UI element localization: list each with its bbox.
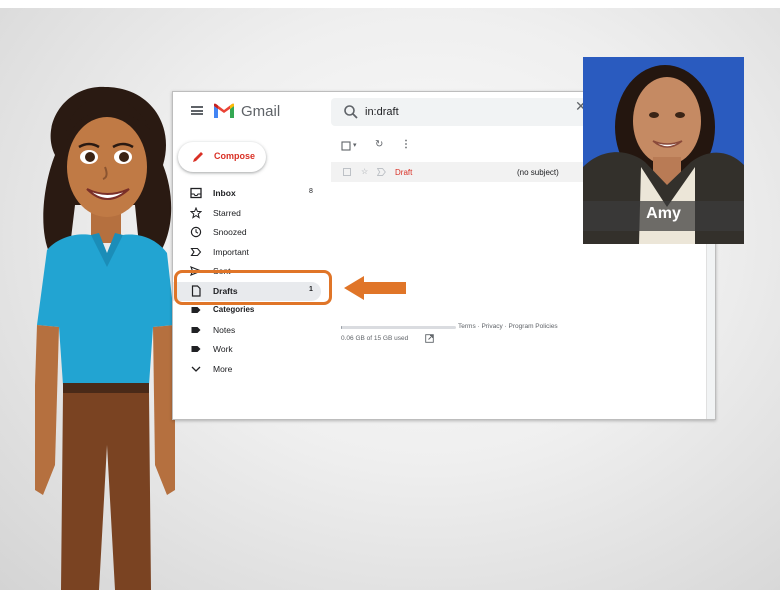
chevron-down-icon: [191, 366, 201, 372]
storage-bar-fill: [341, 326, 342, 329]
label-icon: [191, 326, 201, 333]
compose-button[interactable]: Compose: [178, 142, 266, 172]
sidebar-item-label: Inbox: [213, 188, 236, 198]
sidebar-item-label: Categories: [213, 305, 255, 314]
select-dropdown-icon[interactable]: ▾: [353, 141, 357, 149]
presenter-character: [35, 86, 175, 590]
presenter-photo: Amy: [583, 57, 744, 244]
refresh-icon[interactable]: ↻: [375, 139, 383, 150]
important-icon[interactable]: [377, 168, 386, 176]
sidebar-item-starred[interactable]: Starred: [173, 204, 328, 224]
top-bar: [0, 0, 780, 8]
external-link-icon[interactable]: [425, 334, 434, 343]
sidebar-item-label: Notes: [213, 324, 236, 335]
pencil-icon: [193, 152, 203, 162]
message-subject: (no subject): [517, 168, 559, 177]
sidebar-item-label: More: [213, 363, 233, 374]
menu-icon[interactable]: [191, 106, 203, 115]
sidebar-item-label: Work: [213, 344, 233, 354]
storage-bar: [341, 326, 456, 329]
search-bar[interactable]: in:draft: [331, 98, 601, 126]
gmail-logo-icon: [214, 103, 234, 118]
presenter-name: Amy: [646, 205, 681, 222]
search-input[interactable]: in:draft: [365, 106, 399, 118]
inbox-icon: [190, 187, 202, 199]
label-icon: [191, 307, 201, 313]
star-icon: [190, 206, 202, 219]
sidebar-item-more[interactable]: More: [173, 360, 328, 380]
sidebar-item-important[interactable]: Important: [173, 243, 328, 263]
lesson-scene: Gmail in:draft ✕ Compose Inbox 8 Starred…: [0, 0, 780, 590]
app-name: Gmail: [241, 103, 281, 120]
important-icon: [190, 247, 202, 256]
draft-label: Draft: [395, 168, 413, 177]
clock-icon: [190, 226, 202, 238]
sidebar-item-label: Snoozed: [213, 227, 247, 237]
select-checkbox[interactable]: [341, 141, 351, 151]
drafts-highlight-box: [174, 270, 332, 305]
label-icon: [191, 346, 201, 352]
star-icon[interactable]: ☆: [361, 167, 368, 176]
footer-links[interactable]: Terms · Privacy · Program Policies: [458, 323, 558, 330]
sidebar-item-notes[interactable]: Notes: [173, 321, 328, 341]
sidebar-item-label: Important: [213, 246, 249, 257]
search-icon[interactable]: [343, 104, 359, 120]
more-options-icon[interactable]: ⋮: [401, 139, 411, 150]
sidebar-item-snoozed[interactable]: Snoozed: [173, 223, 328, 243]
sidebar-item-work[interactable]: Work: [173, 340, 328, 360]
table-row[interactable]: ☆ Draft (no subject): [331, 162, 591, 182]
compose-label: Compose: [214, 151, 256, 161]
storage-used-text: 0.06 GB of 15 GB used: [341, 335, 409, 342]
row-checkbox[interactable]: [343, 168, 351, 176]
sidebar-item-label: Starred: [213, 207, 241, 218]
unread-count: 8: [309, 188, 313, 195]
presenter-name-bar: Amy: [583, 201, 744, 231]
sidebar-item-inbox[interactable]: Inbox 8: [173, 184, 328, 204]
left-arrow-icon: [344, 276, 406, 300]
